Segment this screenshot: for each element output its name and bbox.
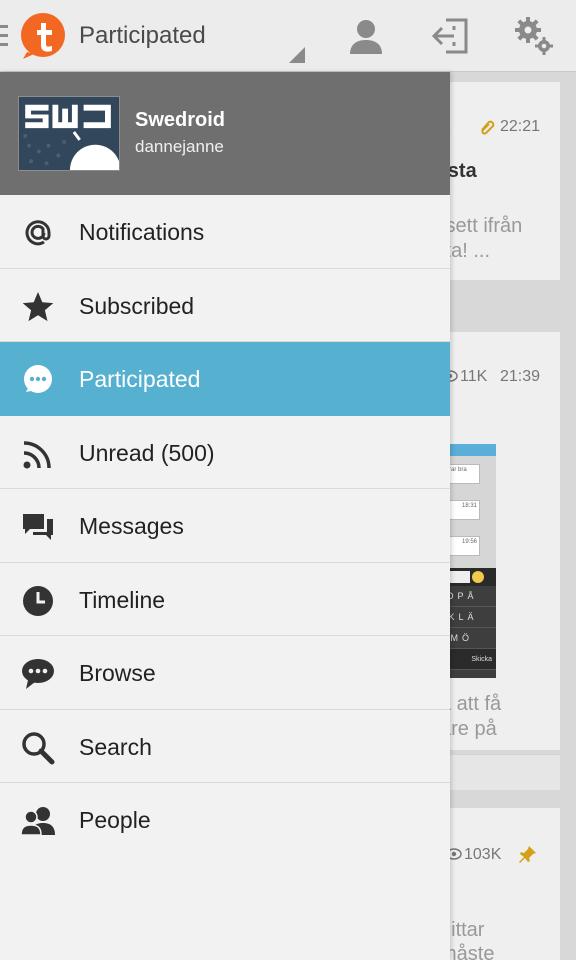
topic-preview-line: are på xyxy=(450,718,497,740)
drawer-item-subscribed[interactable]: Subscribed xyxy=(0,269,450,342)
topic-preview-line: måste xyxy=(450,943,495,960)
attachment-icon xyxy=(481,120,495,135)
drawer-item-browse[interactable]: Browse xyxy=(0,636,450,710)
settings-icon[interactable] xyxy=(514,16,554,56)
drawer-item-label: People xyxy=(79,807,151,833)
pin-icon xyxy=(519,846,536,863)
topic-card[interactable]: K 22:21 rsta tsett ifrån tta! ... xyxy=(450,82,560,280)
browse-bubble-icon xyxy=(22,659,54,689)
drawer-item-label: Unread (500) xyxy=(79,439,215,466)
drawer-item-label: Subscribed xyxy=(79,292,195,319)
topic-card[interactable]: 11K 21:39 egerar bra 18:31 19:56 IOPÅ JK… xyxy=(450,332,560,790)
drawer-item-people[interactable]: People xyxy=(0,783,450,857)
navigation-drawer: Swedroid dannejanne Notifications Subscr… xyxy=(0,72,450,960)
topic-views: 103K xyxy=(464,846,502,863)
drawer-item-unread[interactable]: Unread (500) xyxy=(0,416,450,489)
at-icon xyxy=(25,220,51,246)
drawer-item-label: Browse xyxy=(79,660,156,686)
keyboard-preview: IOPÅ JKLÄ NMÖ Skicka xyxy=(450,586,496,670)
topic-time: 22:21 xyxy=(500,118,541,135)
drawer-toggle-icon[interactable] xyxy=(0,25,8,47)
clock-icon xyxy=(23,585,53,616)
topic-preview-line: hittar xyxy=(450,919,485,941)
rss-icon xyxy=(23,440,51,468)
topic-title: rsta xyxy=(450,160,477,182)
topic-list-background: K 22:21 rsta tsett ifrån tta! ... 11K 21… xyxy=(450,72,576,960)
search-icon xyxy=(22,731,55,764)
drawer-item-label: Participated xyxy=(79,366,201,392)
chat-bubble-icon xyxy=(24,365,52,393)
topic-meta: K xyxy=(450,118,451,136)
chat-bubble: 18:31 xyxy=(450,500,480,520)
drawer-item-notifications[interactable]: Notifications xyxy=(0,195,450,269)
people-icon xyxy=(20,807,55,836)
views-eye-icon xyxy=(450,848,462,860)
messages-icon xyxy=(23,514,53,540)
topic-image-thumbnail[interactable]: egerar bra 18:31 19:56 IOPÅ JKLÄ NMÖ Ski… xyxy=(450,444,496,678)
profile-icon[interactable] xyxy=(346,16,386,56)
action-bar: Participated xyxy=(0,0,576,72)
topic-preview-line: tsett ifrån xyxy=(450,215,523,237)
drawer-menu: Notifications Subscribed Participated Un… xyxy=(0,195,450,857)
drawer-item-label: Search xyxy=(79,733,152,760)
drawer-item-timeline[interactable]: Timeline xyxy=(0,563,450,636)
emoji-icon xyxy=(472,571,484,583)
topic-preview-line: tta! ... xyxy=(450,240,491,262)
dropdown-indicator-icon[interactable] xyxy=(289,47,305,63)
chat-bubble: egerar bra xyxy=(450,464,480,484)
topic-preview-line: a att få xyxy=(450,693,502,715)
drawer-item-participated[interactable]: Participated xyxy=(0,342,450,416)
drawer-item-label: Timeline xyxy=(79,586,166,613)
username: dannejanne xyxy=(135,137,224,156)
chat-bubble: 19:56 xyxy=(450,536,480,556)
views-eye-icon xyxy=(450,370,458,382)
tapatalk-logo-icon[interactable] xyxy=(19,12,67,60)
forum-avatar[interactable] xyxy=(18,96,120,171)
card-footer xyxy=(450,754,560,790)
star-icon xyxy=(22,291,54,321)
topic-views: 11K xyxy=(460,368,488,385)
topic-card[interactable]: 103K hittar måste xyxy=(450,808,560,960)
drawer-item-search[interactable]: Search xyxy=(0,710,450,783)
drawer-item-label: Notifications xyxy=(79,219,205,245)
logout-icon[interactable] xyxy=(430,16,470,56)
drawer-header[interactable]: Swedroid dannejanne xyxy=(0,72,450,195)
drawer-item-label: Messages xyxy=(79,513,184,539)
topic-time: 21:39 xyxy=(500,368,541,385)
action-bar-title[interactable]: Participated xyxy=(79,22,206,50)
drawer-item-messages[interactable]: Messages xyxy=(0,489,450,563)
forum-name: Swedroid xyxy=(135,109,226,131)
